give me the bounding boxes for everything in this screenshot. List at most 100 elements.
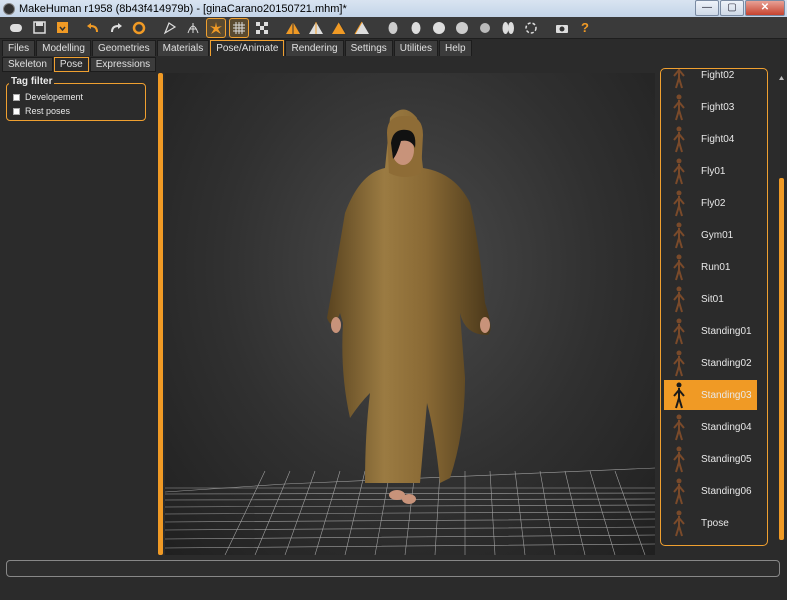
subtab-pose[interactable]: Pose (53, 57, 89, 72)
pose-label: Standing01 (701, 325, 752, 337)
pose-thumbnail (664, 444, 694, 474)
tag-filter-group: Tag filter Developement Rest poses (6, 76, 146, 121)
pose-label: Run01 (701, 261, 731, 273)
checkbox-box[interactable] (13, 93, 20, 101)
back-view-icon[interactable] (306, 18, 326, 38)
pose-label: Gym01 (701, 229, 734, 241)
left-view-icon[interactable] (329, 18, 349, 38)
tab-materials[interactable]: Materials (156, 40, 210, 56)
pose-item[interactable]: Standing03 (664, 380, 757, 410)
reset-icon[interactable] (129, 18, 149, 38)
checkbox-label: Rest poses (25, 106, 71, 116)
progress-bar (6, 560, 780, 577)
restore-button[interactable]: ▢ (720, 0, 744, 16)
pose-thumbnail (664, 220, 694, 250)
save-icon[interactable] (29, 18, 49, 38)
pose-label: Standing03 (701, 389, 752, 401)
pose-label: Standing04 (701, 421, 752, 433)
model-scene (165, 109, 655, 555)
3d-viewport[interactable] (165, 73, 655, 555)
minimize-button[interactable]: — (695, 0, 719, 16)
pose-thumbnail (664, 252, 694, 282)
top-view-icon[interactable] (383, 18, 403, 38)
pose-item[interactable]: Fly01 (664, 156, 757, 186)
pose-item[interactable]: Fight04 (664, 124, 757, 154)
pose-list-scroll-up[interactable] (779, 73, 784, 83)
developement-checkbox[interactable]: Developement (13, 92, 83, 102)
pose-thumbnail (664, 188, 694, 218)
tab-modelling[interactable]: Modelling (36, 40, 91, 56)
checker-icon[interactable] (252, 18, 272, 38)
reset-camera-icon[interactable] (521, 18, 541, 38)
pose-thumbnail (664, 348, 694, 378)
title-bar: MakeHuman r1958 (8b43f414979b) - [ginaCa… (0, 0, 787, 17)
undo-icon[interactable] (83, 18, 103, 38)
pose-item[interactable]: Standing05 (664, 444, 757, 474)
pose-label: Fly01 (701, 165, 726, 177)
toggle-view-icon[interactable] (6, 18, 26, 38)
pose-item[interactable]: Fight03 (664, 92, 757, 122)
pose-label: Fight04 (701, 133, 735, 145)
pose-label: Standing05 (701, 453, 752, 465)
app-icon (3, 2, 15, 15)
tab-help[interactable]: Help (439, 40, 472, 56)
pose-label: Tpose (701, 517, 729, 529)
screenshot-icon[interactable] (552, 18, 572, 38)
tab-utilities[interactable]: Utilities (393, 40, 438, 56)
subtab-expressions[interactable]: Expressions (89, 57, 157, 72)
pose-item[interactable]: Standing02 (664, 348, 757, 378)
right-profile-icon[interactable] (452, 18, 472, 38)
pose-list-scrollbar[interactable] (779, 178, 784, 540)
subtab-skeleton[interactable]: Skeleton (2, 57, 53, 72)
pose-thumbnail (664, 156, 694, 186)
grid-icon[interactable] (229, 17, 249, 38)
rest-poses-checkbox[interactable]: Rest poses (13, 106, 70, 116)
checkbox-box[interactable] (13, 107, 20, 115)
right-panel: Fight02 Fight03 Fight04 Fly01 Fly02 Gym01 Run0… (655, 68, 787, 555)
window-title: MakeHuman r1958 (8b43f414979b) - [ginaCa… (19, 2, 347, 15)
pose-item[interactable]: Run01 (664, 252, 757, 282)
pose-item[interactable]: Gym01 (664, 220, 757, 250)
pose-item[interactable]: Standing01 (664, 316, 757, 346)
right-view-icon[interactable] (352, 18, 372, 38)
pose-thumbnail (664, 92, 694, 122)
pose-list: Fight02 Fight03 Fight04 Fly01 Fly02 Gym01 Run0… (660, 68, 768, 546)
wireframe-icon[interactable] (183, 18, 203, 38)
pose-label: Fight02 (701, 69, 735, 81)
front-view-icon[interactable] (283, 18, 303, 38)
sphere-icon[interactable] (475, 18, 495, 38)
left-splitter[interactable] (158, 73, 163, 555)
pose-thumbnail (664, 124, 694, 154)
left-profile-icon[interactable] (429, 18, 449, 38)
pose-thumbnail (664, 476, 694, 506)
toolbar: ? (0, 17, 787, 39)
export-icon[interactable] (52, 18, 72, 38)
pose-label: Standing02 (701, 357, 752, 369)
help-icon[interactable]: ? (575, 18, 595, 38)
human-model (327, 109, 491, 504)
tab-pose-animate[interactable]: Pose/Animate (210, 40, 285, 56)
tab-geometries[interactable]: Geometries (91, 40, 156, 56)
tab-rendering[interactable]: Rendering (285, 40, 344, 56)
tab-settings[interactable]: Settings (344, 40, 393, 56)
pose-item[interactable]: Sit01 (664, 284, 757, 314)
pose-icon[interactable] (206, 17, 226, 38)
close-button[interactable]: ✕ (745, 0, 785, 16)
left-panel: Tag filter Developement Rest poses (0, 73, 158, 555)
pose-item[interactable]: Fight02 (664, 69, 757, 90)
pose-thumbnail (664, 316, 694, 346)
pose-item[interactable]: Standing06 (664, 476, 757, 506)
tab-files[interactable]: Files (2, 40, 36, 56)
pose-item[interactable]: Fly02 (664, 188, 757, 218)
main-tabs: Files Modelling Geometries Materials Pose/An… (0, 40, 787, 56)
tag-filter-title: Tag filter (9, 76, 55, 87)
bottom-view-icon[interactable] (406, 18, 426, 38)
pose-label: Sit01 (701, 293, 724, 305)
pose-item[interactable]: Standing04 (664, 412, 757, 442)
feet-icon[interactable] (498, 18, 518, 38)
smooth-icon[interactable] (160, 18, 180, 38)
checkbox-label: Developement (25, 92, 84, 102)
pose-item[interactable]: Tpose (664, 508, 757, 538)
pose-label: Standing06 (701, 485, 752, 497)
redo-icon[interactable] (106, 18, 126, 38)
